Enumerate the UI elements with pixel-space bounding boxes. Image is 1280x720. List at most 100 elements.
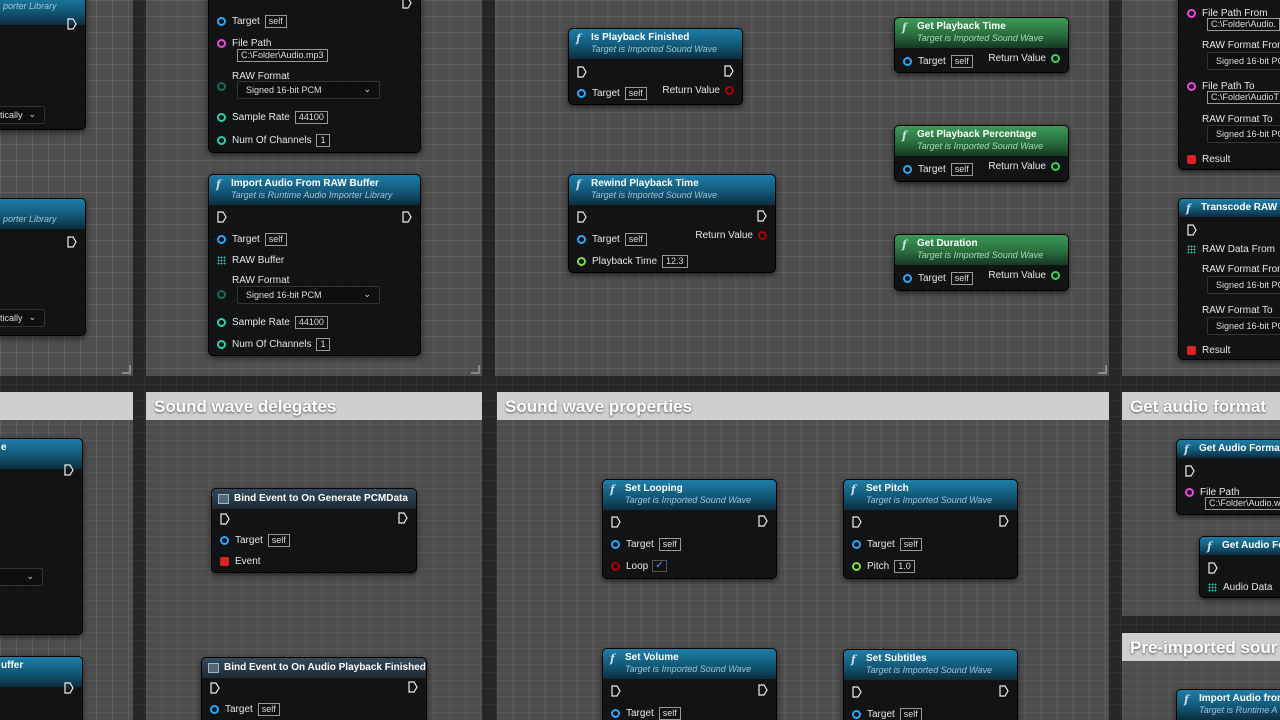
num-channels-pin[interactable]: Num Of Channels 1 [217,337,412,351]
raw-format-from-dropdown[interactable]: Signed 16-bit PC [1207,276,1280,294]
exec-out-pin[interactable] [67,17,79,31]
playback-time-input[interactable]: 12.3 [662,254,688,268]
comment-title[interactable]: Sound wave delegates [146,392,482,420]
node-bind-on-generate-pcmdata[interactable]: Bind Event to On Generate PCMData Target… [211,488,417,573]
pitch-pin[interactable]: Pitch 1.0 [852,559,1009,573]
exec-in-pin[interactable] [611,515,768,529]
exec-out-pin[interactable] [724,65,734,77]
exec-in-pin[interactable] [220,512,408,526]
num-channels-input[interactable]: 1 [316,337,330,351]
raw-data-from-pin[interactable]: RAW Data From [1187,242,1280,256]
node-transcode-raw-data[interactable]: f Transcode RAW Da RAW Data From RAW Form… [1178,198,1280,360]
node-import-file[interactable]: Target self File Path C:\Folder\Audio.mp3… [208,0,421,153]
node-set-looping[interactable]: f Set Looping Target is Imported Sound Wav… [602,479,777,579]
exec-out-pin[interactable] [758,515,768,527]
node-set-pitch[interactable]: f Set Pitch Target is Imported Sound Wave … [843,479,1018,579]
string-pin-icon[interactable] [217,38,226,48]
node-bind-on-playback-finished[interactable]: Bind Event to On Audio Playback Finished… [201,657,427,720]
event-pin[interactable]: Event [220,554,408,568]
target-pin[interactable]: Target self [611,706,768,720]
node-import-audio-from[interactable]: f Import Audio from Target is Runtime A [1176,689,1280,720]
raw-format-to-dropdown[interactable]: Signed 16-bit PC [1207,125,1280,143]
comment-title[interactable]: Get audio format [1122,392,1280,420]
node-import-raw-buffer[interactable]: f Import Audio From RAW Buffer Target is R… [208,174,421,356]
playback-time-pin[interactable]: Playback Time 12.3 [577,254,767,268]
exec-out-pin[interactable] [757,210,767,222]
return-value-pin[interactable]: Return Value [988,53,1060,64]
collapse-dropdown[interactable]: tically ⌄ [0,106,45,124]
node-set-subtitles[interactable]: f Set Subtitles Target is Imported Sound W… [843,649,1018,720]
node-partial-2[interactable]: porter Library tically ⌄ [0,198,86,336]
exec-out-pin[interactable] [398,512,408,524]
exec-in-pin[interactable] [852,685,1009,699]
loop-pin[interactable]: Loop ✓ [611,559,768,573]
exec-out-pin[interactable] [67,235,79,249]
result-pin[interactable]: Result [1187,343,1280,357]
exec-in-pin[interactable] [577,210,767,224]
exec-in-pin[interactable] [1185,464,1280,478]
node-get-playback-time[interactable]: f Get Playback Time Target is Imported Sou… [894,17,1069,73]
audio-data-pin[interactable]: Audio Data [1208,580,1280,594]
collapse-dropdown[interactable]: ⌄ [0,568,43,586]
raw-format-to-dropdown[interactable]: Signed 16-bit PC [1207,317,1280,335]
node-transcode-file[interactable]: File Path From C:\Folder\Audio. RAW Form… [1178,0,1280,170]
file-path-input[interactable]: C:\Folder\Audio.w [1205,496,1280,510]
return-value-pin[interactable]: Return Value [988,161,1060,172]
num-channels-input[interactable]: 1 [316,133,330,147]
collapse-dropdown[interactable]: tically ⌄ [0,309,45,327]
resize-handle[interactable] [1098,365,1107,374]
result-pin[interactable]: Result [1187,152,1280,166]
string-pin-icon[interactable] [1187,81,1196,91]
exec-in-pin[interactable] [210,681,418,695]
exec-in-pin[interactable] [852,515,1009,529]
exec-out-pin[interactable] [999,515,1009,527]
target-pin[interactable]: Target self [852,537,1009,551]
node-get-playback-percentage[interactable]: f Get Playback Percentage Target is Import… [894,125,1069,182]
comment-title[interactable]: Sound wave properties [497,392,1109,420]
sample-rate-pin[interactable]: Sample Rate 44100 [217,110,412,124]
exec-out-pin[interactable] [64,682,74,694]
file-path-input[interactable]: C:\Folder\Audio.mp3 [237,48,328,62]
node-partial-3[interactable]: e ⌄ [0,438,83,635]
return-value-pin[interactable]: Return Value [662,85,734,96]
node-partial-4[interactable]: uffer [0,656,83,720]
target-pin[interactable]: Target self [210,702,418,716]
return-value-pin[interactable]: Return Value [695,230,767,241]
exec-out-pin[interactable] [408,681,418,693]
exec-out-pin[interactable] [999,685,1009,697]
file-path-from-input[interactable]: C:\Folder\Audio. [1207,17,1280,31]
exec-in-pin[interactable] [577,65,734,79]
pitch-input[interactable]: 1.0 [894,559,915,573]
loop-checkbox[interactable]: ✓ [652,560,667,572]
target-pin[interactable]: Target self [611,537,768,551]
node-get-audio-format[interactable]: f Get Audio Format File Path C:\Folder\Au… [1176,439,1280,515]
exec-in-pin[interactable] [217,210,412,224]
node-rewind-playback-time[interactable]: f Rewind Playback Time Target is Imported … [568,174,776,273]
exec-out-pin[interactable] [402,0,412,9]
raw-format-dropdown[interactable]: Signed 16-bit PCM ⌄ [237,81,380,99]
raw-format-from-dropdown[interactable]: Signed 16-bit PC [1207,52,1280,70]
target-pin[interactable]: Target self [217,14,412,28]
sample-rate-input[interactable]: 44100 [294,110,328,124]
return-value-pin[interactable]: Return Value [988,270,1060,281]
exec-out-pin[interactable] [64,464,74,476]
comment-title[interactable] [0,392,133,420]
sample-rate-input[interactable]: 44100 [294,315,328,329]
resize-handle[interactable] [471,365,480,374]
target-pin[interactable]: Target self [220,533,408,547]
target-pin[interactable]: Target self [217,232,412,246]
string-pin-icon[interactable] [1185,487,1194,497]
target-pin[interactable]: Target self [852,707,1009,720]
node-set-volume[interactable]: f Set Volume Target is Imported Sound Wave… [602,648,777,720]
exec-in-pin[interactable] [611,684,768,698]
node-is-playback-finished[interactable]: f Is Playback Finished Target is Imported … [568,28,743,105]
exec-out-pin[interactable] [402,211,412,223]
comment-title[interactable]: Pre-imported sour [1122,633,1280,661]
exec-out-pin[interactable] [758,684,768,696]
node-get-duration[interactable]: f Get Duration Target is Imported Sound Wa… [894,234,1069,291]
file-path-to-input[interactable]: C:\Folder\AudioT [1207,90,1280,104]
resize-handle[interactable] [122,365,131,374]
raw-format-dropdown[interactable]: Signed 16-bit PCM ⌄ [237,286,380,304]
string-pin-icon[interactable] [1187,8,1196,18]
raw-buffer-pin[interactable]: RAW Buffer [217,253,412,267]
